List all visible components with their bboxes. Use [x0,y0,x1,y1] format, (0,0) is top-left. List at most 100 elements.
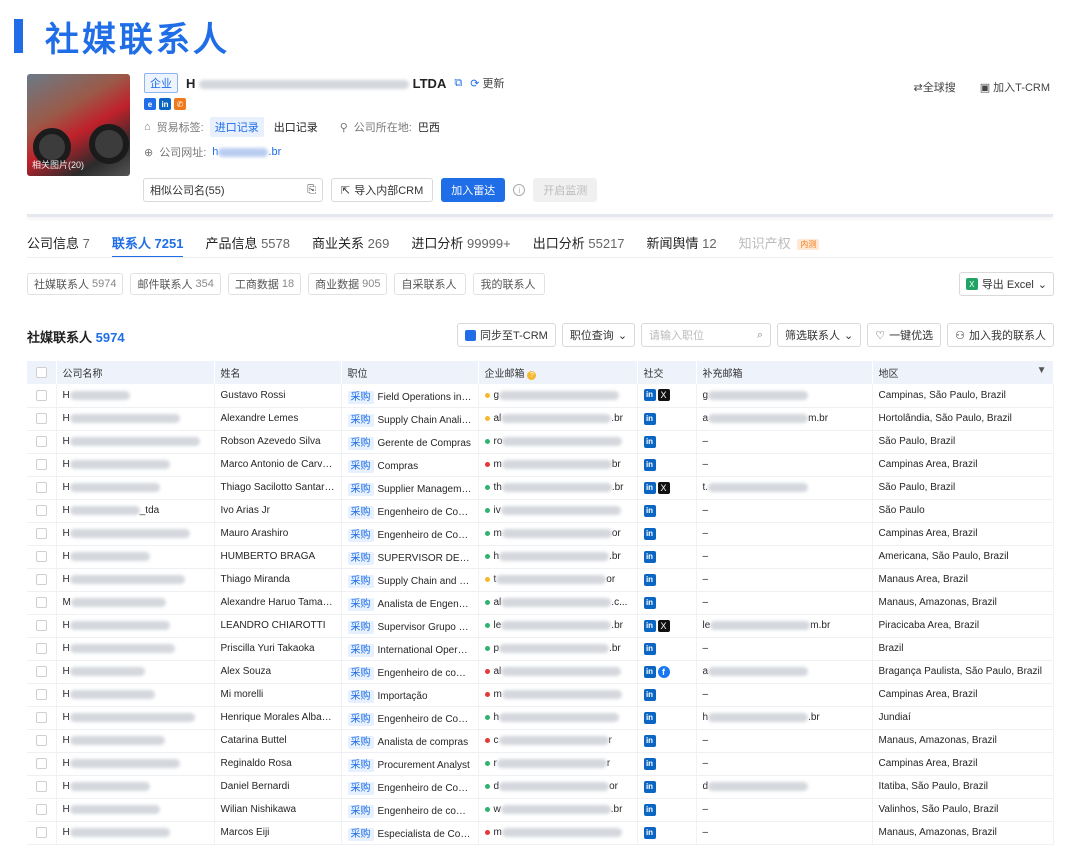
similar-companies-dropdown[interactable]: 相似公司名(55) ⎘ [143,178,323,202]
export-record-tag[interactable]: 出口记录 [270,117,322,137]
contact-name[interactable]: Priscilla Yuri Takaoka [214,637,342,661]
email-cell[interactable]: le .br [478,614,638,638]
table-row[interactable]: H HUMBERTO BRAGA 采购 SUPERVISOR DE CO... h .br… [27,545,1054,569]
company-cell[interactable]: H [56,683,215,707]
extra-email-cell[interactable]: – [696,729,873,753]
company-cell[interactable]: H [56,545,215,569]
filter-chip[interactable]: 社媒联系人 5974 [27,273,124,295]
filter-contacts-dropdown[interactable]: 筛选联系人 ⌄ [777,323,862,347]
website-icon[interactable]: e [144,98,156,110]
contact-name[interactable]: Mauro Arashiro [214,522,342,546]
filter-chip[interactable]: 自采联系人 [394,273,467,295]
row-checkbox[interactable] [35,597,47,608]
email-cell[interactable]: m [478,683,638,707]
extra-email-cell[interactable]: – [696,430,873,454]
extra-email-cell[interactable]: – [696,683,873,707]
row-select-cell[interactable] [27,499,57,523]
row-checkbox[interactable] [35,482,47,493]
table-row[interactable]: H Thiago Miranda 采购 Supply Chain and Lo... t… [27,568,1054,592]
import-record-tag[interactable]: 进口记录 [209,117,264,137]
contact-name[interactable]: Alex Souza [214,660,342,684]
extra-email-cell[interactable]: – [696,568,873,592]
table-row[interactable]: H Marcos Eiji 采购 Especialista de Com... m in –… [27,821,1054,845]
row-checkbox[interactable] [35,758,47,769]
export-excel-button[interactable]: X 导出 Excel ⌄ [958,272,1054,296]
tab-4[interactable]: 进口分析 99999+ [411,233,510,258]
email-cell[interactable]: h .br [478,545,638,569]
tab-6[interactable]: 新闻舆情 12 [647,233,717,258]
table-row[interactable]: H Catarina Buttel 采购 Analista de compras c r i… [27,729,1054,753]
company-cell[interactable]: H [56,568,215,592]
company-cell[interactable]: M [56,591,215,615]
company-cell[interactable]: H [56,660,215,684]
table-row[interactable]: H Mauro Arashiro 采购 Engenheiro de Comp... m o… [27,522,1054,546]
linkedin-icon[interactable]: in [643,642,656,655]
add-radar-button[interactable]: 加入雷达 [441,178,506,202]
update-button[interactable]: ⟳ 更新 [470,75,504,91]
row-select-cell[interactable] [27,660,57,684]
extra-email-cell[interactable]: h .br [696,706,873,730]
contact-name[interactable]: Alexandre Haruo Tamaga... [214,591,342,615]
email-cell[interactable]: al [478,660,638,684]
row-select-cell[interactable] [27,706,57,730]
email-cell[interactable]: al .br [478,407,638,431]
company-cell[interactable]: H [56,821,215,845]
filter-chip[interactable]: 工商数据 18 [227,273,302,295]
contact-name[interactable]: Marcos Eiji [214,821,342,845]
contact-name[interactable]: Catarina Buttel [214,729,342,753]
linkedin-icon[interactable]: in [643,458,656,471]
extra-email-cell[interactable]: le m.br [696,614,873,638]
company-cell[interactable]: H [56,637,215,661]
extra-email-cell[interactable]: a m.br [696,407,873,431]
filter-chip[interactable]: 我的联系人 [473,273,546,295]
row-checkbox[interactable] [35,804,47,815]
email-cell[interactable]: cr [478,729,638,753]
position-query-dropdown[interactable]: 职位查询 ⌄ [561,323,636,347]
row-checkbox[interactable] [35,643,47,654]
contact-name[interactable]: LEANDRO CHIAROTTI [214,614,342,638]
row-checkbox[interactable] [35,574,47,585]
table-row[interactable]: H Daniel Bernardi 采购 Engenheiro de Comp... d… [27,775,1054,799]
row-checkbox[interactable] [35,413,47,424]
table-row[interactable]: H Thiago Sacilotto Santarosa 采购 Supplier Ma… [27,476,1054,500]
company-cell[interactable]: H [56,706,215,730]
import-crm-button[interactable]: ⇱ 导入内部CRM [331,178,434,202]
linkedin-icon[interactable]: in [643,481,656,494]
extra-email-cell[interactable]: – [696,591,873,615]
row-select-cell[interactable] [27,476,57,500]
row-checkbox[interactable] [35,781,47,792]
linkedin-icon[interactable]: in [643,435,656,448]
extra-email-cell[interactable]: g [696,384,873,408]
company-cell[interactable]: H [56,476,215,500]
info-icon[interactable]: i [513,184,526,196]
company-cell[interactable]: H [56,614,215,638]
email-cell[interactable]: m or [478,522,638,546]
linkedin-icon[interactable]: in [643,504,656,517]
row-select-cell[interactable] [27,683,57,707]
row-checkbox[interactable] [35,620,47,631]
contact-name[interactable]: Henrique Morales Albacete [214,706,342,730]
contact-name[interactable]: Alexandre Lemes [214,407,342,431]
row-checkbox[interactable] [35,666,47,677]
one-click-select-button[interactable]: ♡ 一键优选 [867,323,942,347]
row-select-cell[interactable] [27,453,57,477]
extra-email-cell[interactable]: – [696,821,873,845]
contact-name[interactable]: Reginaldo Rosa [214,752,342,776]
extra-email-cell[interactable]: – [696,798,873,822]
company-cell[interactable]: H [56,453,215,477]
row-select-cell[interactable] [27,545,57,569]
linkedin-icon[interactable]: in [643,803,656,816]
linkedin-icon[interactable]: in [643,757,656,770]
tab-2[interactable]: 产品信息 5578 [205,233,290,258]
table-row[interactable]: H Henrique Morales Albacete 采购 Engenheiro d… [27,706,1054,730]
email-cell[interactable]: m br [478,453,638,477]
extra-email-cell[interactable]: – [696,637,873,661]
website-link[interactable]: h .br [212,146,281,158]
tab-3[interactable]: 商业关系 269 [312,233,389,258]
linkedin-icon[interactable]: in [159,98,171,110]
linkedin-icon[interactable]: in [643,619,656,632]
filter-icon[interactable]: ▼ [1037,365,1047,376]
extra-email-cell[interactable]: t. [696,476,873,500]
row-select-cell[interactable] [27,407,57,431]
company-cell[interactable]: H [56,384,215,408]
